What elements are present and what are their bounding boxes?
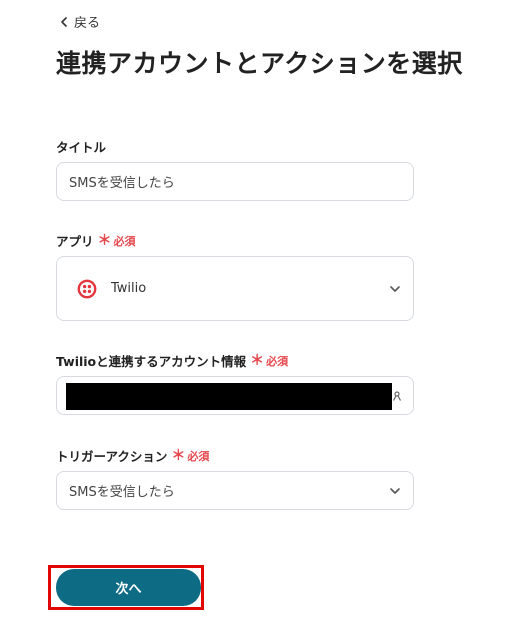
- account-select[interactable]: [56, 376, 414, 415]
- required-badge: ＊ 必須: [98, 233, 136, 249]
- title-input-value: SMSを受信したら: [69, 176, 175, 191]
- trigger-label-text: トリガーアクション: [56, 449, 168, 464]
- required-text: 必須: [187, 449, 210, 463]
- app-select[interactable]: Twilio: [56, 256, 414, 321]
- required-star: ＊: [250, 352, 265, 369]
- back-link-label: 戻る: [74, 16, 101, 31]
- title-input[interactable]: SMSを受信したら: [56, 162, 414, 201]
- chevron-down-icon: [390, 487, 400, 494]
- next-button[interactable]: 次へ: [56, 569, 201, 606]
- trigger-action-select[interactable]: SMSを受信したら: [56, 471, 414, 510]
- trigger-field-label: トリガーアクション ＊ 必須: [56, 446, 209, 465]
- chevron-down-icon: [390, 285, 400, 292]
- chevron-left-icon: [61, 16, 67, 27]
- required-text: 必須: [113, 234, 136, 248]
- account-field-label: Twilioと連携するアカウント情報 ＊ 必須: [56, 351, 288, 370]
- account-link-icon: [392, 390, 402, 401]
- trigger-action-value: SMSを受信したら: [69, 485, 175, 500]
- app-select-value: Twilio: [111, 281, 147, 296]
- app-field-label: アプリ ＊ 必須: [56, 231, 136, 250]
- required-badge: ＊ 必須: [250, 353, 288, 369]
- app-label-text: アプリ: [56, 234, 94, 249]
- redacted-account-value: [66, 383, 392, 410]
- required-star: ＊: [97, 232, 112, 249]
- required-text: 必須: [266, 354, 289, 368]
- account-label-text: Twilioと連携するアカウント情報: [56, 354, 247, 369]
- title-label-text: タイトル: [56, 140, 107, 155]
- page-title: 連携アカウントとアクションを選択: [56, 49, 463, 78]
- required-badge: ＊ 必須: [171, 448, 209, 464]
- required-star: ＊: [171, 447, 186, 464]
- back-link[interactable]: 戻る: [60, 12, 100, 31]
- title-field-label: タイトル: [56, 137, 106, 156]
- twilio-logo-icon: [77, 279, 97, 298]
